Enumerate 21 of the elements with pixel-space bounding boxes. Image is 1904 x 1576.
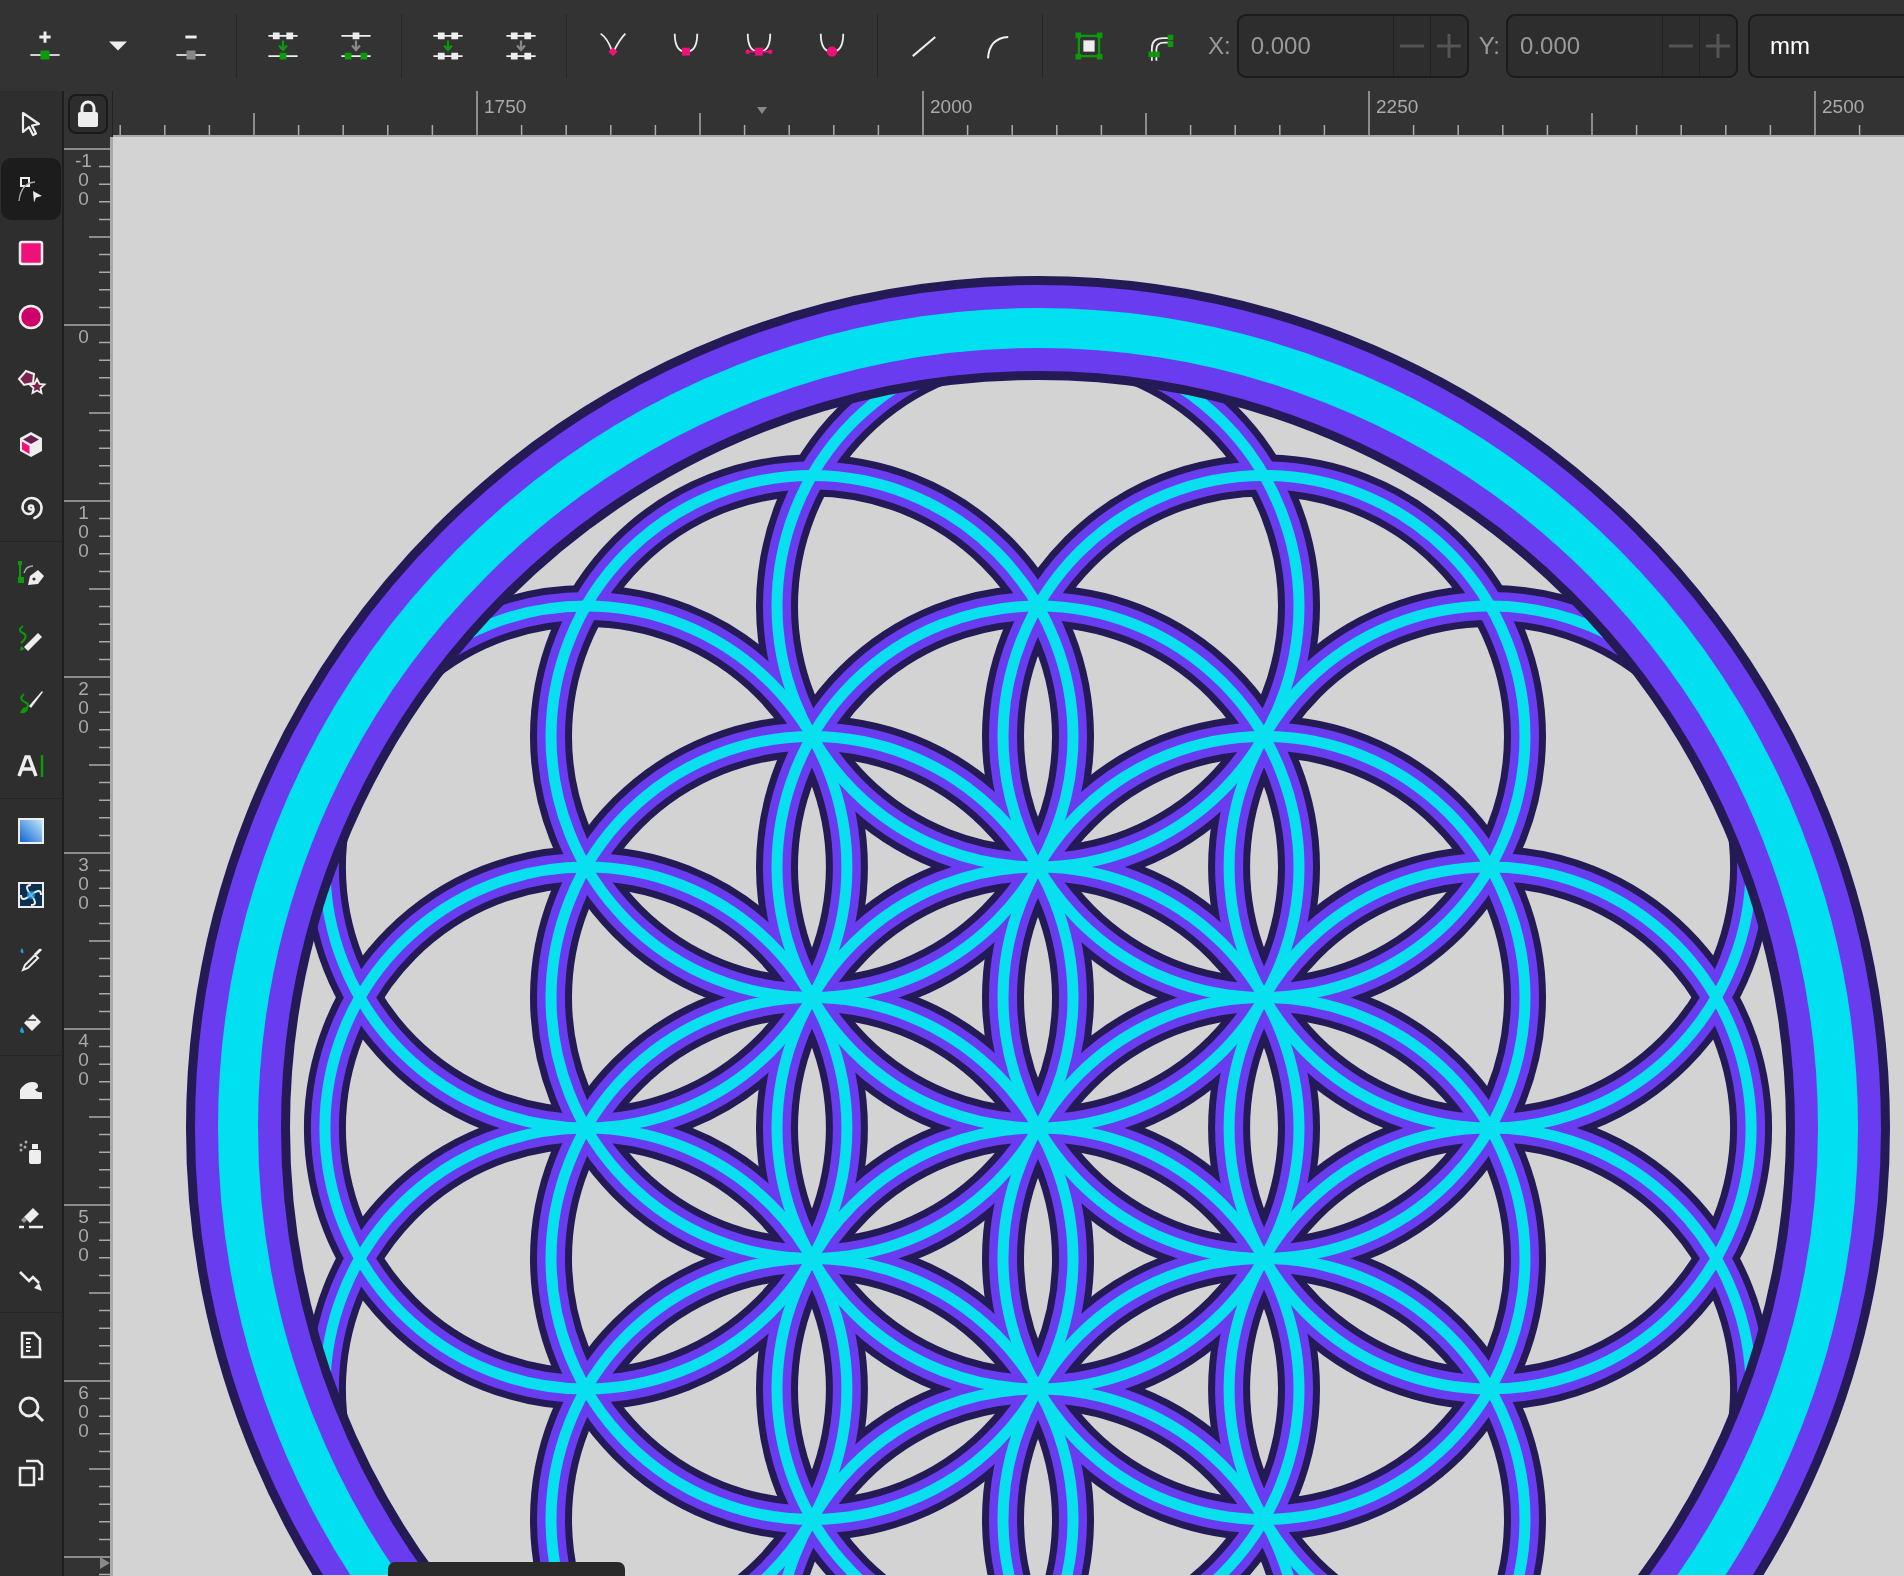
ruler-label: -100 <box>74 151 93 208</box>
ruler-label: 2500 <box>1822 96 1865 118</box>
ruler-label: 2000 <box>930 96 973 118</box>
ruler-label: 600 <box>77 1383 90 1440</box>
y-label: Y: <box>1478 31 1501 60</box>
ruler-label: 2250 <box>1376 96 1419 118</box>
ruler-label: 200 <box>77 679 90 736</box>
ruler-label: 300 <box>77 855 90 912</box>
ruler-label: 500 <box>77 1207 90 1264</box>
ruler-label: 400 <box>77 1031 90 1088</box>
node-tool-button[interactable] <box>1 158 61 220</box>
gradient-square-icon <box>15 815 47 847</box>
ruler-label: 1750 <box>484 96 527 118</box>
padlock-icon <box>76 100 100 128</box>
mesh-swirl-icon <box>15 879 47 911</box>
horizontal-scrollbar[interactable] <box>388 1562 625 1576</box>
ruler-label: 100 <box>77 503 90 560</box>
ruler-label: 0 <box>77 327 90 346</box>
unit-dropdown[interactable]: mm <box>1748 13 1904 78</box>
guide-lock-button[interactable] <box>68 94 108 134</box>
x-label: X: <box>1208 31 1231 60</box>
